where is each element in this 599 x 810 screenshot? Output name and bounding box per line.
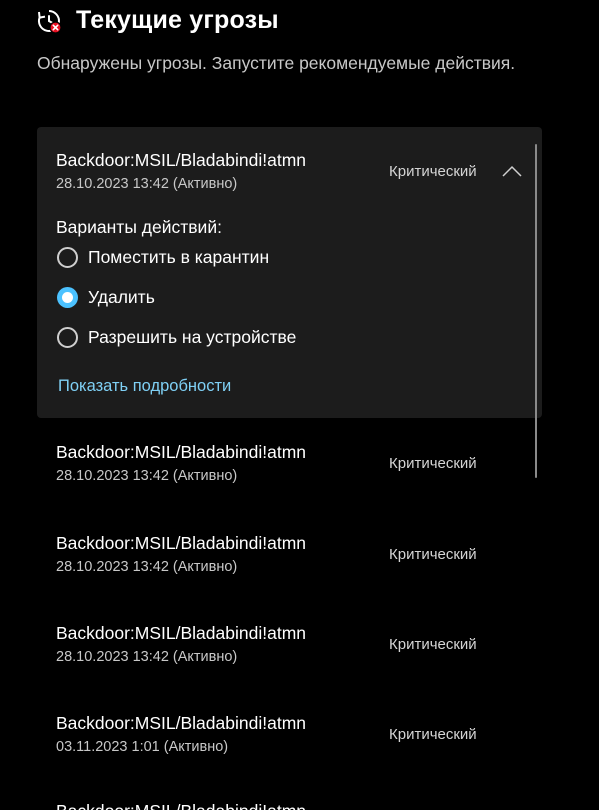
radio-button-selected[interactable]	[57, 287, 78, 308]
threat-date: 28.10.2023 13:42 (Активно)	[56, 468, 238, 484]
threat-severity: Критический	[389, 455, 477, 472]
radio-allow-on-device[interactable]: Разрешить на устройстве	[57, 327, 296, 348]
threat-severity: Критический	[389, 546, 477, 563]
threat-row[interactable]: Backdoor:MSIL/Bladabindi!atmn 03.11.2023…	[37, 698, 542, 778]
threat-row[interactable]: Backdoor:MSIL/Bladabindi!atmn 28.10.2023…	[37, 518, 542, 598]
threat-card-expanded[interactable]: Backdoor:MSIL/Bladabindi!atmn 28.10.2023…	[37, 127, 542, 418]
threat-name: Backdoor:MSIL/Bladabindi!atmn	[56, 442, 306, 462]
radio-label: Удалить	[88, 287, 155, 307]
threat-row[interactable]: Backdoor:MSIL/Bladabindi!atmn 28.10.2023…	[37, 608, 542, 688]
threat-date: 28.10.2023 13:42 (Активно)	[56, 559, 238, 575]
radio-quarantine[interactable]: Поместить в карантин	[57, 247, 269, 268]
radio-button[interactable]	[57, 247, 78, 268]
threat-name: Backdoor:MSIL/Bladabindi!atmn	[56, 150, 306, 170]
chevron-up-icon[interactable]	[502, 165, 522, 177]
page-subtitle: Обнаружены угрозы. Запустите рекомендуем…	[37, 53, 516, 73]
threat-severity: Критический	[389, 163, 477, 180]
radio-button[interactable]	[57, 327, 78, 348]
radio-remove[interactable]: Удалить	[57, 287, 155, 308]
threat-name-partial[interactable]: Backdoor:MSIL/Bladabindi!atmn	[56, 801, 306, 810]
show-details-link[interactable]: Показать подробности	[58, 377, 231, 396]
action-options-label: Варианты действий:	[56, 217, 222, 237]
threat-name: Backdoor:MSIL/Bladabindi!atmn	[56, 713, 306, 733]
radio-label: Разрешить на устройстве	[88, 327, 297, 347]
threat-severity: Критический	[389, 636, 477, 653]
threat-row[interactable]: Backdoor:MSIL/Bladabindi!atmn 28.10.2023…	[37, 427, 542, 507]
threat-name: Backdoor:MSIL/Bladabindi!atmn	[56, 533, 306, 553]
threat-date: 28.10.2023 13:42 (Активно)	[56, 649, 238, 665]
threat-date: 03.11.2023 1:01 (Активно)	[56, 739, 229, 755]
current-threats-page: Текущие угрозы Обнаружены угрозы. Запуст…	[0, 0, 599, 810]
page-header: Текущие угрозы	[36, 6, 279, 35]
threat-date: 28.10.2023 13:42 (Активно)	[56, 176, 238, 192]
shield-clock-alert-icon	[38, 9, 62, 34]
threat-severity: Критический	[389, 726, 477, 743]
page-title: Текущие угрозы	[76, 6, 279, 34]
radio-label: Поместить в карантин	[88, 247, 270, 267]
threat-name: Backdoor:MSIL/Bladabindi!atmn	[56, 623, 306, 643]
